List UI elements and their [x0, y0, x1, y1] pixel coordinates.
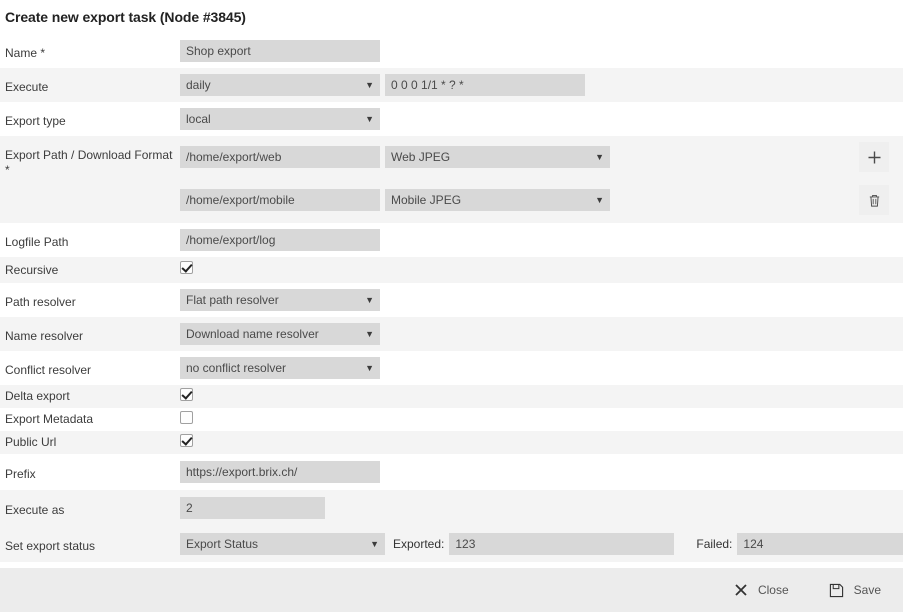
- form-row-prefix: Prefix: [0, 454, 903, 490]
- public-url-checkbox[interactable]: [180, 434, 193, 447]
- recursive-field-group: [180, 261, 903, 274]
- close-button[interactable]: Close: [733, 582, 789, 598]
- logfile-path-label: Logfile Path: [5, 235, 69, 249]
- form-row-public-url: Public Url: [0, 431, 903, 454]
- execute-cron-input[interactable]: [385, 74, 585, 96]
- form-row-recursive: Recursive: [0, 257, 903, 283]
- page-title: Create new export task (Node #3845): [5, 9, 246, 25]
- recursive-label: Recursive: [5, 263, 59, 277]
- export-status-select[interactable]: Export Status ▼: [180, 533, 385, 555]
- path-resolver-select[interactable]: Flat path resolver ▼: [180, 289, 380, 311]
- public-url-label: Public Url: [5, 435, 57, 449]
- export-path-rows: Web JPEG ▼ Mobile JPEG ▼: [180, 142, 903, 215]
- export-metadata-field-group: [180, 411, 903, 424]
- dialog-footer: Close Save: [0, 568, 903, 612]
- execute-as-input[interactable]: [180, 497, 325, 519]
- export-status-label: Set export status: [5, 539, 96, 553]
- delta-export-field-group: [180, 388, 903, 401]
- prefix-label: Prefix: [5, 467, 36, 481]
- download-format-value-1: Mobile JPEG: [391, 193, 462, 207]
- delta-export-label: Delta export: [5, 389, 70, 403]
- exported-count-input[interactable]: [449, 533, 675, 555]
- name-resolver-value: Download name resolver: [186, 327, 319, 341]
- chevron-down-icon: ▼: [365, 114, 374, 124]
- execute-field-group: daily ▼: [180, 74, 903, 96]
- execute-interval-value: daily: [186, 78, 211, 92]
- form-row-export-status: Set export status Export Status ▼ Export…: [0, 526, 903, 562]
- path-resolver-label: Path resolver: [5, 295, 76, 309]
- chevron-down-icon: ▼: [365, 80, 374, 90]
- export-metadata-checkbox[interactable]: [180, 411, 193, 424]
- export-task-form: Name * Execute daily ▼ Export type local…: [0, 34, 903, 562]
- conflict-resolver-label: Conflict resolver: [5, 363, 92, 377]
- export-path-input-0[interactable]: [180, 146, 380, 168]
- download-format-select-0[interactable]: Web JPEG ▼: [385, 146, 610, 168]
- export-type-field-group: local ▼: [180, 108, 903, 130]
- failed-count-input[interactable]: [737, 533, 903, 555]
- conflict-resolver-field-group: no conflict resolver ▼: [180, 357, 903, 379]
- export-path-label: Export Path / Download Format *: [5, 148, 173, 177]
- recursive-checkbox[interactable]: [180, 261, 193, 274]
- chevron-down-icon: ▼: [365, 295, 374, 305]
- execute-interval-select[interactable]: daily ▼: [180, 74, 380, 96]
- download-format-select-1[interactable]: Mobile JPEG ▼: [385, 189, 610, 211]
- export-status-value: Export Status: [186, 537, 259, 551]
- export-type-select[interactable]: local ▼: [180, 108, 380, 130]
- form-row-delta-export: Delta export: [0, 385, 903, 408]
- chevron-down-icon: ▼: [365, 363, 374, 373]
- conflict-resolver-value: no conflict resolver: [186, 361, 287, 375]
- delete-export-path-button[interactable]: [859, 185, 889, 215]
- execute-as-label: Execute as: [5, 503, 65, 517]
- close-x-icon: [733, 582, 749, 598]
- execute-as-field-group: [180, 497, 903, 519]
- form-row-export-type: Export type local ▼: [0, 102, 903, 136]
- chevron-down-icon: ▼: [365, 329, 374, 339]
- name-label: Name *: [5, 46, 46, 60]
- execute-label: Execute: [5, 80, 49, 94]
- chevron-down-icon: ▼: [595, 195, 604, 205]
- close-button-label: Close: [757, 583, 789, 597]
- form-row-export-path: Export Path / Download Format * Web JPEG…: [0, 136, 903, 223]
- download-format-value-0: Web JPEG: [391, 150, 451, 164]
- name-resolver-label: Name resolver: [5, 329, 84, 343]
- form-row-logfile-path: Logfile Path: [0, 223, 903, 257]
- public-url-field-group: [180, 434, 903, 447]
- chevron-down-icon: ▼: [595, 152, 604, 162]
- prefix-input[interactable]: [180, 461, 380, 483]
- form-row-export-metadata: Export Metadata: [0, 408, 903, 431]
- chevron-down-icon: ▼: [370, 539, 379, 549]
- name-input[interactable]: [180, 40, 380, 62]
- export-type-value: local: [186, 112, 211, 126]
- form-row-path-resolver: Path resolver Flat path resolver ▼: [0, 283, 903, 317]
- export-path-input-1[interactable]: [180, 189, 380, 211]
- delta-export-checkbox[interactable]: [180, 388, 193, 401]
- name-resolver-field-group: Download name resolver ▼: [180, 323, 903, 345]
- export-path-row: Mobile JPEG ▼: [180, 185, 903, 215]
- logfile-path-field-group: [180, 229, 903, 251]
- conflict-resolver-select[interactable]: no conflict resolver ▼: [180, 357, 380, 379]
- form-row-execute-as: Execute as: [0, 490, 903, 526]
- export-metadata-label: Export Metadata: [5, 412, 94, 426]
- prefix-field-group: [180, 461, 903, 483]
- add-export-path-button[interactable]: [859, 142, 889, 172]
- exported-label: Exported:: [393, 537, 445, 551]
- logfile-path-input[interactable]: [180, 229, 380, 251]
- export-type-label: Export type: [5, 114, 66, 128]
- save-button-label: Save: [853, 583, 881, 597]
- export-path-row: Web JPEG ▼: [180, 142, 903, 172]
- path-resolver-value: Flat path resolver: [186, 293, 279, 307]
- name-field-group: [180, 40, 903, 62]
- trash-icon: [869, 194, 879, 207]
- export-status-field-group: Export Status ▼ Exported: Failed:: [180, 533, 903, 555]
- floppy-save-icon: [829, 582, 845, 598]
- save-button[interactable]: Save: [829, 582, 881, 598]
- failed-label: Failed:: [696, 537, 733, 551]
- form-row-conflict-resolver: Conflict resolver no conflict resolver ▼: [0, 351, 903, 385]
- path-resolver-field-group: Flat path resolver ▼: [180, 289, 903, 311]
- form-row-name-resolver: Name resolver Download name resolver ▼: [0, 317, 903, 351]
- name-resolver-select[interactable]: Download name resolver ▼: [180, 323, 380, 345]
- form-row-execute: Execute daily ▼: [0, 68, 903, 102]
- plus-icon: [868, 151, 880, 163]
- form-row-name: Name *: [0, 34, 903, 68]
